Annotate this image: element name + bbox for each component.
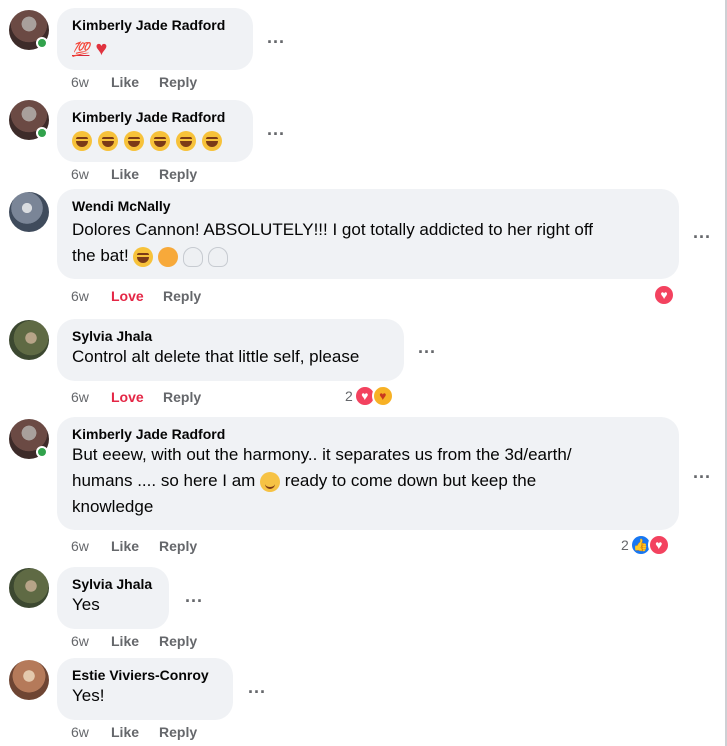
comment-actions: 6w Like Reply xyxy=(71,633,197,649)
comment-text-line: But eeew, with out the harmony.. it sepa… xyxy=(72,445,572,464)
hundred-points-icon: 💯 xyxy=(72,40,90,57)
more-options-icon[interactable]: ... xyxy=(693,463,711,481)
comment-bubble: Kimberly Jade Radford But eeew, with out… xyxy=(57,417,679,530)
timestamp[interactable]: 6w xyxy=(71,724,111,740)
more-options-icon[interactable]: ... xyxy=(267,120,285,138)
reply-button[interactable]: Reply xyxy=(159,166,197,182)
love-reaction-icon: ♥ xyxy=(653,284,675,306)
comment-bubble: Wendi McNally Dolores Cannon! ABSOLUTELY… xyxy=(57,189,679,279)
comment-text-line: humans .... so here I am ready to come d… xyxy=(72,468,667,494)
timestamp[interactable]: 6w xyxy=(71,166,111,182)
comment-text: Yes xyxy=(72,595,100,614)
comment-author[interactable]: Sylvia Jhala xyxy=(72,327,392,345)
avatar[interactable] xyxy=(9,660,49,700)
ghost-icon xyxy=(207,246,228,267)
timestamp[interactable]: 6w xyxy=(71,74,111,90)
more-options-icon[interactable]: ... xyxy=(248,678,266,696)
like-button[interactable]: Like xyxy=(111,74,159,90)
reaction-summary[interactable]: ♥ xyxy=(653,284,675,306)
comment-text-line: the bat! xyxy=(72,243,667,269)
comment-text: Control alt delete that little self, ple… xyxy=(72,347,360,366)
online-status-icon xyxy=(36,446,48,458)
like-button[interactable]: Like xyxy=(111,724,159,740)
laughing-face-icon xyxy=(124,131,144,151)
comment-text: But eeew, with out the harmony.. it sepa… xyxy=(72,442,667,520)
comment-text: Dolores Cannon! ABSOLUTELY!!! I got tota… xyxy=(72,217,667,269)
comment-text-fragment: the bat! xyxy=(72,246,129,265)
comment-emoji-text: 💯 ♥ xyxy=(72,38,241,60)
timestamp[interactable]: 6w xyxy=(71,288,111,304)
ghost-icon xyxy=(182,246,203,267)
like-button[interactable]: Like xyxy=(111,166,159,182)
more-options-icon[interactable]: ... xyxy=(418,338,436,356)
comment-author[interactable]: Estie Viviers-Conroy xyxy=(72,666,221,684)
comment-actions: 6w Like Reply xyxy=(71,74,197,90)
reply-button[interactable]: Reply xyxy=(159,74,197,90)
timestamp[interactable]: 6w xyxy=(71,389,111,405)
comment-emoji-text xyxy=(72,130,241,152)
laughing-face-icon xyxy=(98,131,118,151)
laughing-face-icon xyxy=(176,131,196,151)
reply-button[interactable]: Reply xyxy=(163,288,201,304)
comment-author[interactable]: Wendi McNally xyxy=(72,197,667,215)
reply-button[interactable]: Reply xyxy=(163,389,201,405)
more-options-icon[interactable]: ... xyxy=(693,223,711,241)
comment-text: Yes! xyxy=(72,686,105,705)
comment-text-fragment: humans .... so here I am xyxy=(72,471,256,490)
reaction-summary[interactable]: 2 👍 ♥ xyxy=(621,534,670,556)
comment-author[interactable]: Kimberly Jade Radford xyxy=(72,108,241,126)
red-heart-icon: ♥ xyxy=(95,38,108,60)
comment-actions: 6w Like Reply xyxy=(71,724,197,740)
smiling-hearts-icon xyxy=(158,246,179,267)
reply-button[interactable]: Reply xyxy=(159,633,197,649)
comment-bubble: Estie Viviers-Conroy Yes! xyxy=(57,658,233,720)
love-button[interactable]: Love xyxy=(111,288,163,304)
laughing-face-icon xyxy=(150,131,170,151)
smiling-face-icon xyxy=(260,471,281,492)
comment-bubble: Sylvia Jhala Control alt delete that lit… xyxy=(57,319,404,381)
laughing-face-icon xyxy=(72,131,92,151)
reply-button[interactable]: Reply xyxy=(159,724,197,740)
comment-text-line: Dolores Cannon! ABSOLUTELY!!! I got tota… xyxy=(72,220,593,239)
online-status-icon xyxy=(36,37,48,49)
love-reaction-icon: ♥ xyxy=(647,534,670,556)
comment-text-fragment: ready to come down but keep the xyxy=(284,471,537,490)
love-button[interactable]: Love xyxy=(111,389,163,405)
timestamp[interactable]: 6w xyxy=(71,633,111,649)
comment-author[interactable]: Kimberly Jade Radford xyxy=(72,16,241,34)
comment-text-line: knowledge xyxy=(72,497,154,516)
online-status-icon xyxy=(36,127,48,139)
like-button[interactable]: Like xyxy=(111,633,159,649)
comment-actions: 6w Love Reply xyxy=(71,288,201,304)
reaction-summary[interactable]: 2 ♥ ♥ xyxy=(345,385,394,407)
avatar[interactable] xyxy=(9,192,49,232)
comment-author[interactable]: Sylvia Jhala xyxy=(72,575,157,593)
reaction-count: 2 xyxy=(345,388,353,404)
comment-actions: 6w Like Reply xyxy=(71,538,197,554)
laughing-face-icon xyxy=(202,131,222,151)
avatar[interactable] xyxy=(9,320,49,360)
comment-bubble: Kimberly Jade Radford xyxy=(57,100,253,162)
rolling-laughing-icon xyxy=(133,246,154,267)
more-options-icon[interactable]: ... xyxy=(185,587,203,605)
like-button[interactable]: Like xyxy=(111,538,159,554)
care-reaction-icon: ♥ xyxy=(371,385,394,407)
comment-actions: 6w Like Reply xyxy=(71,166,197,182)
reaction-count: 2 xyxy=(621,537,629,553)
more-options-icon[interactable]: ... xyxy=(267,28,285,46)
comment-actions: 6w Love Reply xyxy=(71,389,201,405)
comment-bubble: Kimberly Jade Radford 💯 ♥ xyxy=(57,8,253,70)
timestamp[interactable]: 6w xyxy=(71,538,111,554)
comment-bubble: Sylvia Jhala Yes xyxy=(57,567,169,629)
reply-button[interactable]: Reply xyxy=(159,538,197,554)
avatar[interactable] xyxy=(9,568,49,608)
comment-author[interactable]: Kimberly Jade Radford xyxy=(72,425,667,443)
